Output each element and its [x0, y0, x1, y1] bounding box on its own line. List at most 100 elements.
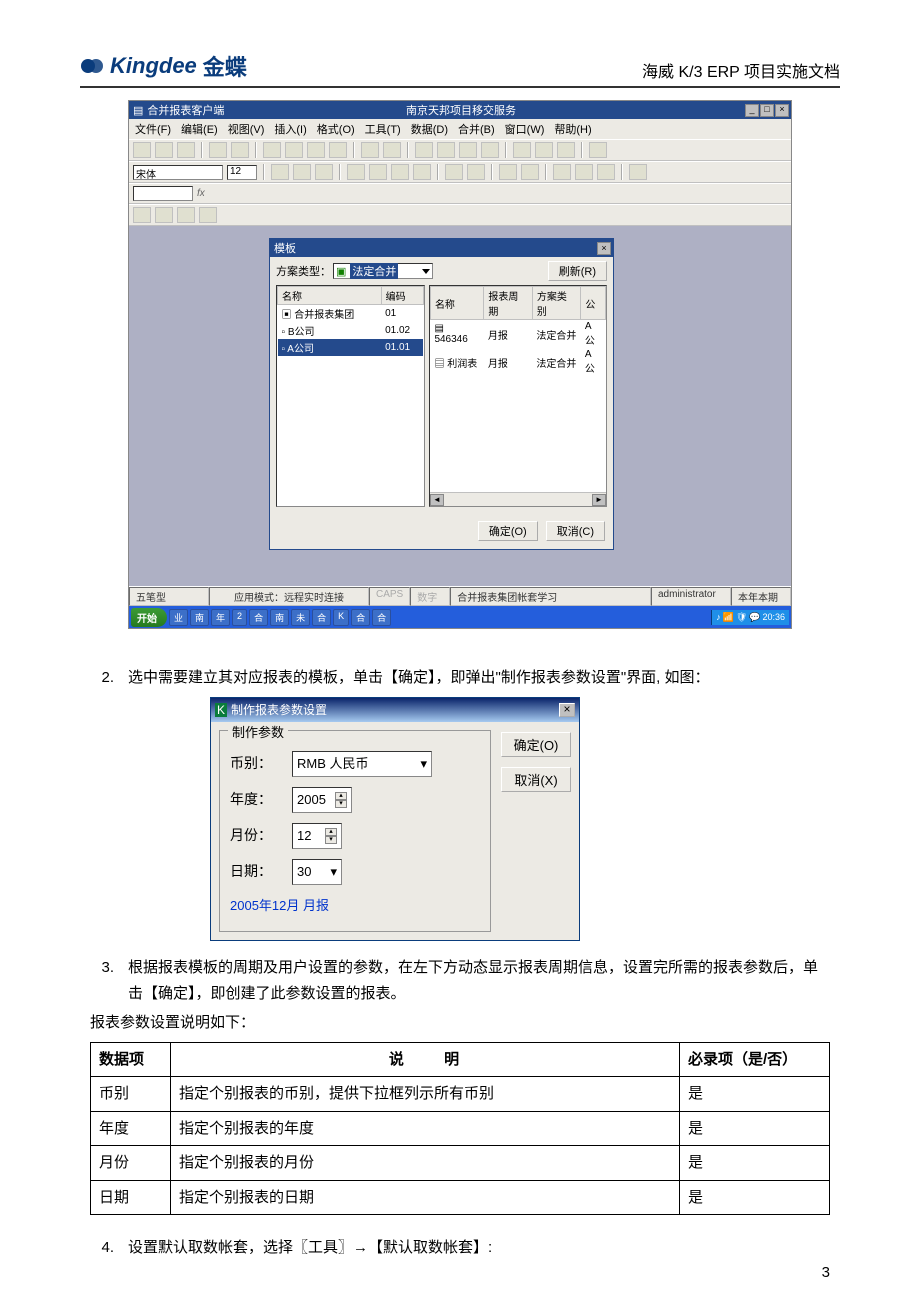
- toolbar-icon[interactable]: [629, 164, 647, 180]
- modal-close-button[interactable]: ×: [597, 242, 611, 255]
- taskbar-item[interactable]: 未: [291, 609, 310, 626]
- toolbar-icon[interactable]: [513, 142, 531, 158]
- spin-down-icon[interactable]: ▾: [325, 836, 337, 844]
- align-icon[interactable]: [391, 164, 409, 180]
- toolbar-icon[interactable]: [481, 142, 499, 158]
- tray-icon[interactable]: ♪: [716, 612, 721, 622]
- align-icon[interactable]: [369, 164, 387, 180]
- toolbar-icon[interactable]: [329, 142, 347, 158]
- template-row[interactable]: ▤ 利润表月报法定合并A公: [430, 348, 605, 376]
- spin-up-icon[interactable]: ▴: [325, 828, 337, 836]
- toolbar-icon[interactable]: [209, 142, 227, 158]
- toolbar-icon[interactable]: [155, 207, 173, 223]
- template-row[interactable]: ▤ 546346月报法定合并A公: [430, 320, 605, 349]
- toolbar-icon[interactable]: [415, 142, 433, 158]
- format-icon[interactable]: [445, 164, 463, 180]
- font-size-select[interactable]: 12: [227, 165, 257, 180]
- toolbar-icon[interactable]: [535, 142, 553, 158]
- toolbar-icon[interactable]: [589, 142, 607, 158]
- date-label: 日期：: [230, 860, 280, 884]
- minimize-button[interactable]: _: [745, 104, 759, 117]
- toolbar-icon[interactable]: [285, 142, 303, 158]
- start-button[interactable]: 开始: [131, 608, 167, 627]
- maximize-button[interactable]: □: [760, 104, 774, 117]
- underline-icon[interactable]: [315, 164, 333, 180]
- spin-down-icon[interactable]: ▾: [335, 800, 347, 808]
- menu-item[interactable]: 文件(F): [135, 121, 171, 137]
- menu-item[interactable]: 格式(O): [317, 121, 355, 137]
- year-spinner[interactable]: 2005 ▴▾: [292, 787, 352, 813]
- toolbar-icon[interactable]: [307, 142, 325, 158]
- menu-item[interactable]: 合并(B): [458, 121, 495, 137]
- toolbar-icon[interactable]: [177, 207, 195, 223]
- toolbar-icon[interactable]: [361, 142, 379, 158]
- bold-icon[interactable]: [271, 164, 289, 180]
- tray-icon[interactable]: 💬: [749, 612, 760, 623]
- taskbar-item[interactable]: K: [333, 609, 349, 626]
- dialog-title: K制作报表参数设置: [215, 700, 327, 720]
- toolbar-icon[interactable]: [155, 142, 173, 158]
- dialog-cancel-button[interactable]: 取消(X): [501, 767, 571, 792]
- toolbar-icon[interactable]: [383, 142, 401, 158]
- ok-button[interactable]: 确定(O): [478, 521, 538, 541]
- tree-row[interactable]: ▣ 合并报表集团01: [278, 305, 424, 323]
- toolbar-icon[interactable]: [133, 207, 151, 223]
- scroll-left-button[interactable]: ◄: [430, 494, 444, 506]
- menu-item[interactable]: 编辑(E): [181, 121, 218, 137]
- taskbar-item[interactable]: 年: [211, 609, 230, 626]
- scheme-select[interactable]: ▣ 法定合并: [333, 263, 433, 279]
- window-titlebar: ▤ 合并报表客户端 南京天邦项目移交服务 _ □ ×: [129, 101, 791, 119]
- tray-icon[interactable]: 📶: [723, 612, 734, 623]
- menu-item[interactable]: 插入(I): [274, 121, 306, 137]
- menu-item[interactable]: 工具(T): [365, 121, 401, 137]
- taskbar-item[interactable]: 南: [190, 609, 209, 626]
- taskbar-item[interactable]: 南: [270, 609, 289, 626]
- doc-title: 海威 K/3 ERP 项目实施文档: [642, 58, 840, 82]
- tree-row[interactable]: ▫ B公司01.02: [278, 322, 424, 339]
- menu-item[interactable]: 视图(V): [228, 121, 265, 137]
- format-icon[interactable]: [499, 164, 517, 180]
- toolbar-icon[interactable]: [199, 207, 217, 223]
- spin-up-icon[interactable]: ▴: [335, 792, 347, 800]
- month-label: 月份：: [230, 824, 280, 848]
- taskbar-item[interactable]: 合: [351, 609, 370, 626]
- menu-item[interactable]: 帮助(H): [554, 121, 591, 137]
- toolbar-icon[interactable]: [231, 142, 249, 158]
- font-name-select[interactable]: 宋体: [133, 165, 223, 180]
- tray-icon[interactable]: 🛡: [736, 612, 747, 623]
- close-button[interactable]: ×: [775, 104, 789, 117]
- taskbar-item[interactable]: 业: [169, 609, 188, 626]
- color-icon[interactable]: [597, 164, 615, 180]
- toolbar-icon[interactable]: [263, 142, 281, 158]
- menu-item[interactable]: 窗口(W): [505, 121, 545, 137]
- cancel-button[interactable]: 取消(C): [546, 521, 605, 541]
- tree-row[interactable]: ▫ A公司01.01: [278, 339, 424, 356]
- align-icon[interactable]: [413, 164, 431, 180]
- currency-select[interactable]: RMB 人民币▾: [292, 751, 432, 777]
- dialog-close-button[interactable]: ×: [559, 703, 575, 717]
- toolbar-icon[interactable]: [133, 142, 151, 158]
- h-scrollbar[interactable]: ◄ ►: [430, 492, 606, 506]
- date-select[interactable]: 30▾: [292, 859, 342, 885]
- refresh-button[interactable]: 刷新(R): [548, 261, 607, 281]
- toolbar-icon[interactable]: [459, 142, 477, 158]
- taskbar-item[interactable]: 合: [372, 609, 391, 626]
- taskbar-item[interactable]: 合: [312, 609, 331, 626]
- format-icon[interactable]: [521, 164, 539, 180]
- align-icon[interactable]: [347, 164, 365, 180]
- italic-icon[interactable]: [293, 164, 311, 180]
- toolbar-icon[interactable]: [557, 142, 575, 158]
- toolbar-icon[interactable]: [437, 142, 455, 158]
- toolbar-icon[interactable]: [177, 142, 195, 158]
- taskbar-item[interactable]: 合: [249, 609, 268, 626]
- menu-item[interactable]: 数据(D): [411, 121, 448, 137]
- scroll-right-button[interactable]: ►: [592, 494, 606, 506]
- step-3: 3. 根据报表模板的周期及用户设置的参数，在左下方动态显示报表周期信息，设置完所…: [90, 955, 830, 1006]
- taskbar-item[interactable]: 2: [232, 609, 247, 626]
- color-icon[interactable]: [575, 164, 593, 180]
- color-icon[interactable]: [553, 164, 571, 180]
- cell-ref[interactable]: [133, 186, 193, 201]
- month-spinner[interactable]: 12 ▴▾: [292, 823, 342, 849]
- dialog-ok-button[interactable]: 确定(O): [501, 732, 571, 757]
- format-icon[interactable]: [467, 164, 485, 180]
